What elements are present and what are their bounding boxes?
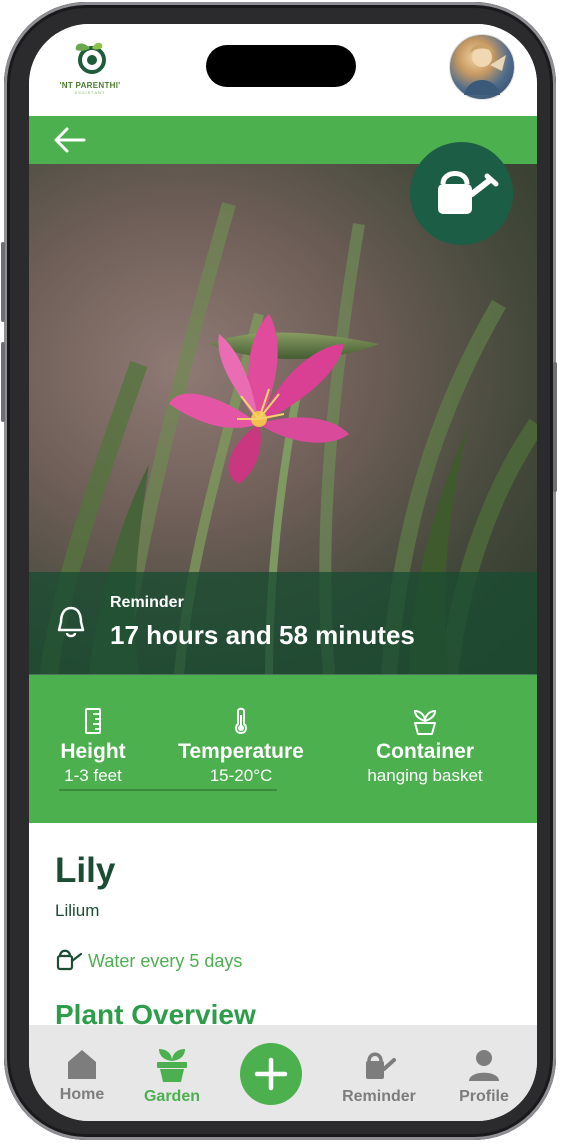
bottom-navigation: Home Garden Reminder Profile xyxy=(29,1025,537,1121)
nav-profile[interactable]: Profile xyxy=(449,1047,519,1106)
stat-temperature: Temperature 15-20°C xyxy=(165,707,317,787)
nav-reminder[interactable]: Reminder xyxy=(335,1049,423,1106)
plus-icon xyxy=(254,1057,288,1091)
plant-pot-icon xyxy=(157,1049,187,1082)
stat-temperature-title: Temperature xyxy=(178,740,304,763)
stat-container: Container hanging basket xyxy=(345,707,505,787)
stat-temperature-value: 15-20°C xyxy=(209,766,273,785)
arrow-left-icon[interactable] xyxy=(53,126,87,154)
stat-height: Height 1-3 feet xyxy=(37,707,149,787)
phone-side-button xyxy=(1,342,5,422)
top-header: 'NT PARENTHI' ASSISTANT xyxy=(29,24,537,116)
bell-icon xyxy=(57,606,85,638)
plant-details: Lily Lilium Water every 5 days Plant Ove… xyxy=(29,823,537,1030)
plant-scientific-name: Lilium xyxy=(55,901,100,920)
phone-frame: 'NT PARENTHI' ASSISTANT Reminder 17 hour… xyxy=(1,2,557,1140)
user-avatar[interactable] xyxy=(449,34,515,100)
nav-reminder-label: Reminder xyxy=(342,1088,416,1105)
plant-name: Lily xyxy=(55,851,116,890)
reminder-countdown: 17 hours and 58 minutes xyxy=(110,620,415,650)
logo-text: 'NT PARENTHI' xyxy=(59,81,121,90)
watering-frequency: Water every 5 days xyxy=(88,951,243,971)
nav-home[interactable]: Home xyxy=(47,1047,117,1104)
stat-container-value: hanging basket xyxy=(367,766,483,785)
watering-can-icon xyxy=(366,1052,396,1079)
home-icon xyxy=(68,1050,96,1079)
watering-schedule: Water every 5 days xyxy=(55,947,242,975)
nav-home-label: Home xyxy=(59,1086,105,1103)
avatar-image xyxy=(464,44,506,95)
reminder-banner[interactable]: Reminder 17 hours and 58 minutes xyxy=(29,572,537,675)
phone-side-button xyxy=(1,242,5,322)
app-screen: 'NT PARENTHI' ASSISTANT Reminder 17 hour… xyxy=(29,24,537,1121)
person-icon xyxy=(469,1050,499,1081)
reminder-label: Reminder xyxy=(110,594,184,611)
phone-power-button xyxy=(553,362,557,492)
logo-icon xyxy=(75,42,106,74)
nav-garden[interactable]: Garden xyxy=(135,1047,209,1106)
nav-garden-label: Garden xyxy=(143,1088,200,1105)
dynamic-island xyxy=(206,45,356,87)
plant-pot-icon xyxy=(413,709,437,735)
stat-height-title: Height xyxy=(60,740,126,763)
stats-divider xyxy=(59,789,277,791)
stat-container-title: Container xyxy=(375,740,474,763)
water-plant-button[interactable] xyxy=(410,142,513,245)
add-plant-button[interactable] xyxy=(240,1043,302,1105)
ruler-icon xyxy=(85,708,101,734)
stat-height-value: 1-3 feet xyxy=(64,766,122,785)
thermometer-icon xyxy=(235,707,247,735)
nav-profile-label: Profile xyxy=(459,1088,509,1105)
plant-stats: Height 1-3 feet Temperature 15-20°C Cont… xyxy=(29,675,537,823)
logo-subtext: ASSISTANT xyxy=(74,90,106,95)
app-logo[interactable]: 'NT PARENTHI' ASSISTANT xyxy=(55,38,125,98)
watering-can-icon xyxy=(438,171,499,214)
watering-can-icon xyxy=(56,949,83,971)
